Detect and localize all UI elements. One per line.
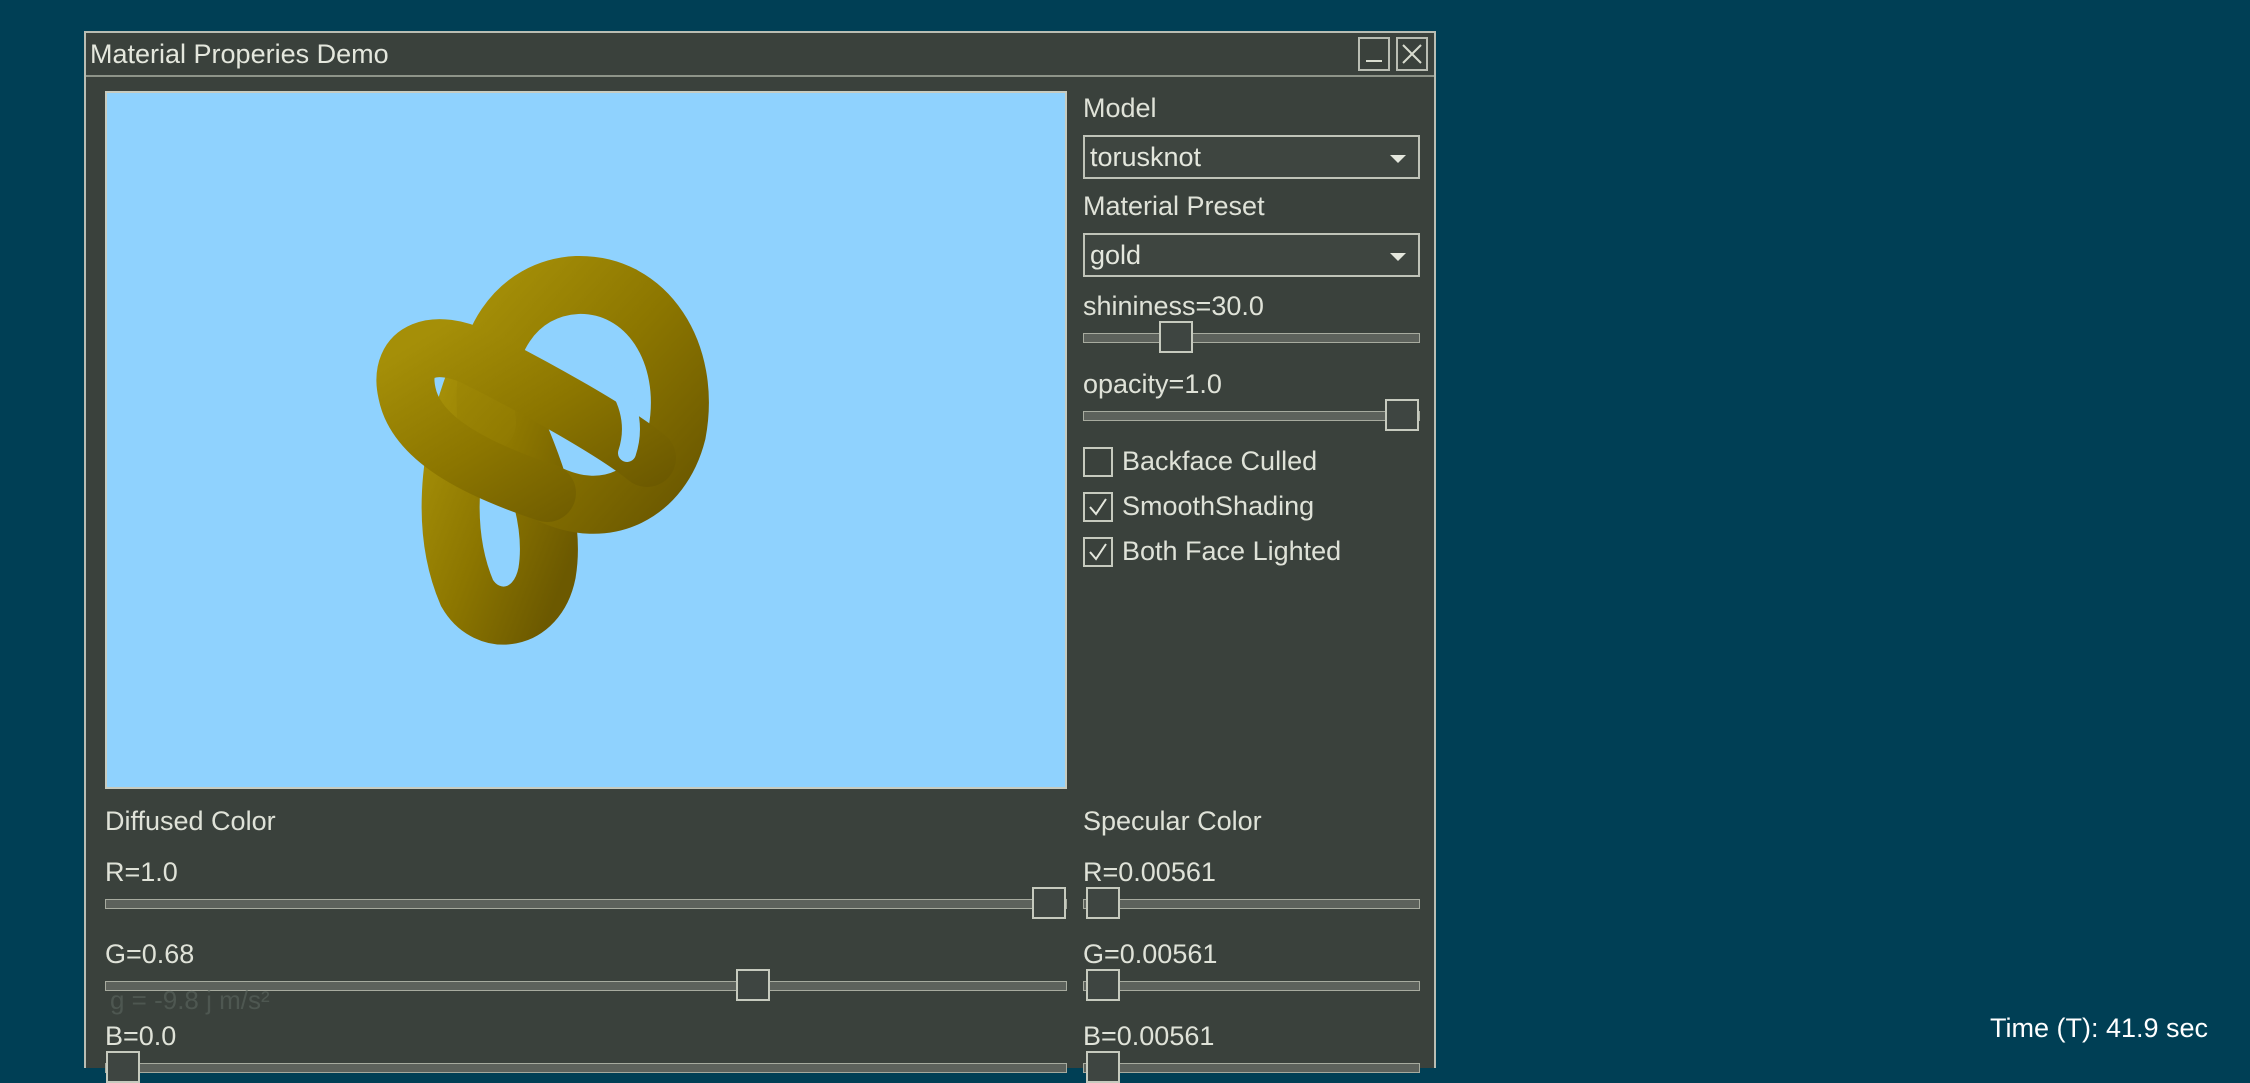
close-icon — [1402, 44, 1422, 64]
material-preset-value: gold — [1090, 240, 1142, 270]
slider-handle[interactable] — [1032, 887, 1066, 919]
diffuse-g-label: G=0.68 — [105, 939, 195, 969]
diffuse-b-slider[interactable] — [105, 1051, 1067, 1083]
specular-r-label: R=0.00561 — [1083, 857, 1216, 887]
slider-handle[interactable] — [1159, 321, 1194, 353]
smooth-shading-label: SmoothShading — [1122, 491, 1315, 521]
slider-handle[interactable] — [735, 969, 770, 1001]
slider-handle[interactable] — [106, 1051, 140, 1083]
slider-handle[interactable] — [1385, 399, 1419, 431]
checkmark-icon — [1089, 498, 1107, 516]
material-preset-dropdown[interactable]: gold — [1083, 233, 1420, 277]
material-preset-label: Material Preset — [1083, 191, 1265, 221]
close-button[interactable] — [1396, 37, 1428, 71]
specular-color-title: Specular Color — [1083, 806, 1262, 836]
specular-b-label: B=0.00561 — [1083, 1021, 1215, 1051]
shininess-slider[interactable] — [1083, 321, 1420, 353]
diffuse-r-label: R=1.0 — [105, 857, 178, 887]
title-bar[interactable]: Material Properies Demo — [86, 33, 1434, 77]
both-face-lighted-label: Both Face Lighted — [1122, 536, 1342, 566]
smooth-shading-checkbox[interactable] — [1083, 492, 1113, 522]
specular-r-slider[interactable] — [1083, 887, 1420, 919]
model-label: Model — [1083, 93, 1157, 123]
time-status: Time (T): 41.9 sec — [1990, 1013, 2209, 1043]
material-demo-window: Material Properies Demo Model torusknot … — [84, 31, 1436, 1083]
specular-g-label: G=0.00561 — [1083, 939, 1218, 969]
backface-culled-checkbox[interactable] — [1083, 447, 1113, 477]
shininess-label: shininess=30.0 — [1083, 291, 1264, 321]
opacity-slider[interactable] — [1083, 399, 1420, 431]
model-dropdown[interactable]: torusknot — [1083, 135, 1420, 179]
slider-handle[interactable] — [1085, 887, 1120, 919]
chevron-down-icon — [1390, 253, 1406, 261]
diffuse-b-label: B=0.0 — [105, 1021, 177, 1051]
diffused-color-title: Diffused Color — [105, 806, 276, 836]
checkmark-icon — [1089, 543, 1107, 561]
background-equation-text: g = -9.8 j m/s² — [110, 985, 270, 1015]
opacity-label: opacity=1.0 — [1083, 369, 1222, 399]
specular-b-slider[interactable] — [1083, 1051, 1420, 1083]
slider-handle[interactable] — [1085, 969, 1120, 1001]
minimize-icon — [1366, 60, 1382, 62]
window-title: Material Properies Demo — [90, 39, 389, 69]
render-viewport[interactable] — [105, 91, 1067, 789]
diffuse-r-slider[interactable] — [105, 887, 1067, 919]
both-face-lighted-checkbox[interactable] — [1083, 537, 1113, 567]
slider-handle[interactable] — [1085, 1051, 1120, 1083]
torus-knot-model — [376, 256, 709, 645]
specular-g-slider[interactable] — [1083, 969, 1420, 1001]
backface-culled-label: Backface Culled — [1122, 446, 1318, 476]
chevron-down-icon — [1390, 155, 1406, 163]
minimize-button[interactable] — [1358, 37, 1390, 71]
model-value: torusknot — [1090, 142, 1202, 172]
